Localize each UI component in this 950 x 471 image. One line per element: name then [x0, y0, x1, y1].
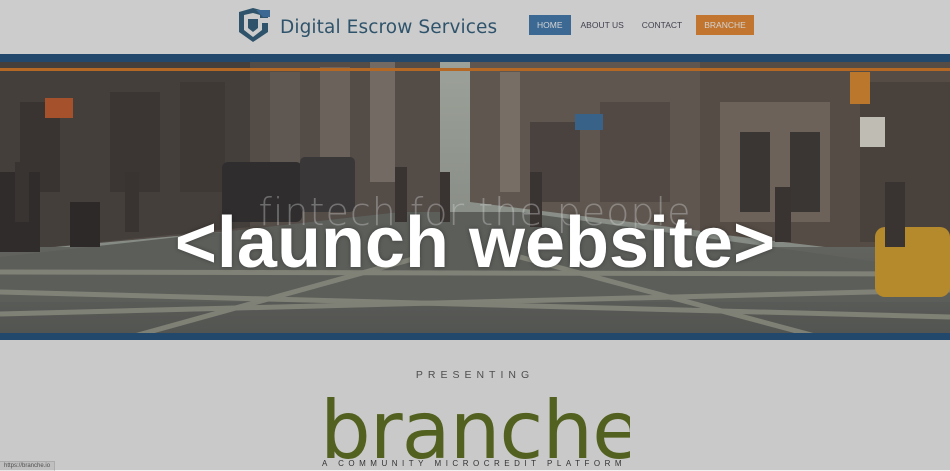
launch-website-link[interactable]: <launch website> — [0, 200, 950, 286]
page-dim-overlay: <launch website> — [0, 0, 950, 470]
